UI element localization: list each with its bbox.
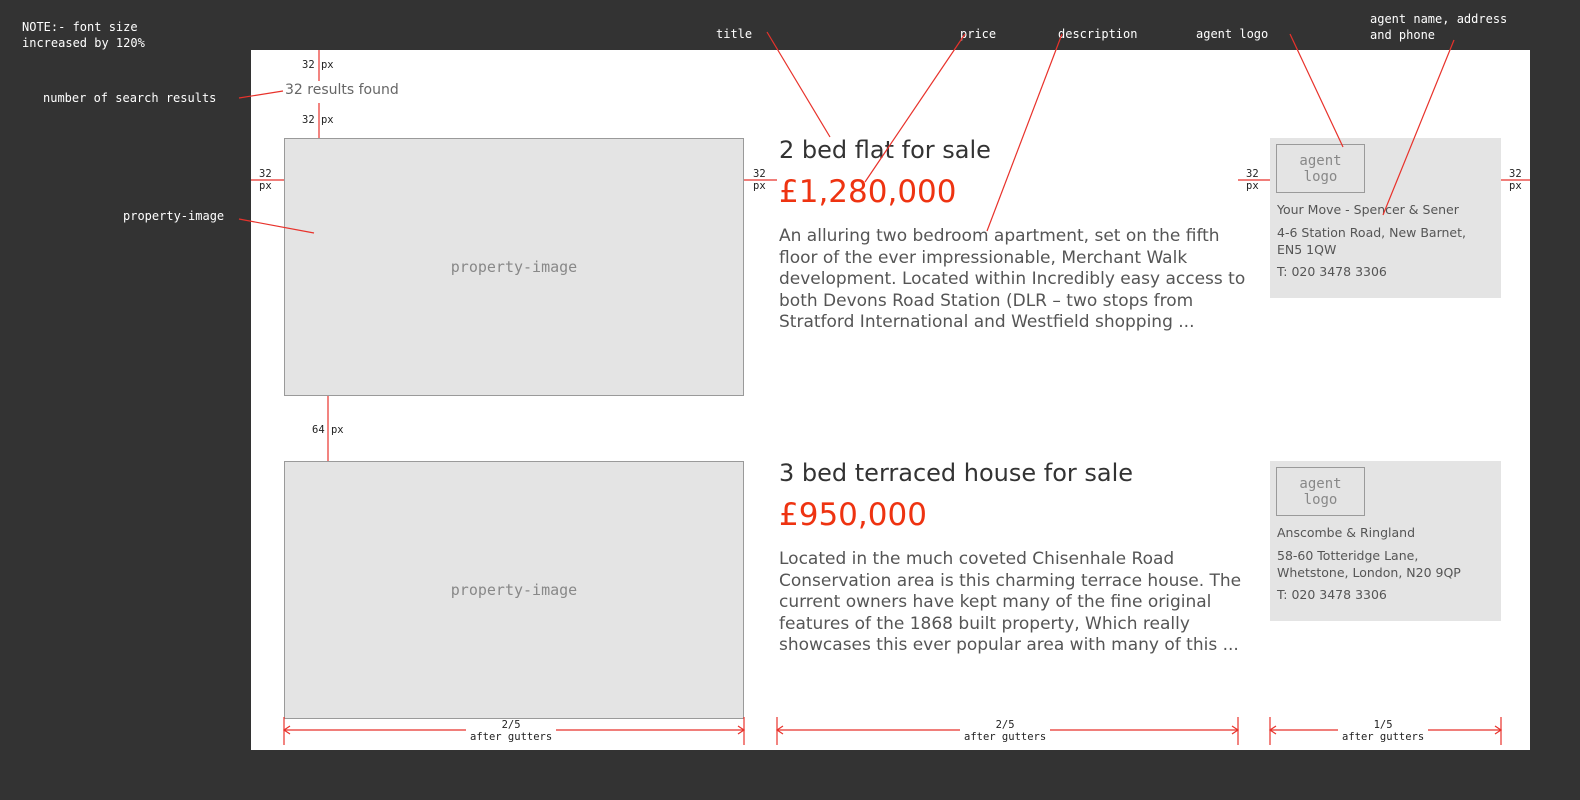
dim-gutter-agent: 32 px — [1246, 168, 1259, 192]
leader-title — [766, 31, 831, 138]
dim-gutter-right: 32 px — [1509, 168, 1522, 192]
leader-price — [864, 33, 966, 183]
dim-col-1: 2/5 after gutters — [466, 719, 557, 743]
dim-results-gap: 32 px — [302, 114, 334, 126]
dim-gutter-mid: 32 px — [753, 168, 766, 192]
leader-agent-details — [1382, 39, 1455, 216]
dim-gutter-left: 32 px — [259, 168, 272, 192]
dim-row-gap: 64 px — [312, 424, 344, 436]
leader-description — [986, 33, 1063, 232]
leader-agent-logo — [1289, 33, 1344, 148]
dim-top-gap: 32 px — [302, 59, 334, 71]
leader-results — [238, 90, 284, 99]
dim-col-2: 2/5 after gutters — [960, 719, 1051, 743]
annotation-lines — [238, 31, 1530, 745]
dim-col-3: 1/5 after gutters — [1338, 719, 1429, 743]
leader-property-image — [238, 218, 315, 234]
